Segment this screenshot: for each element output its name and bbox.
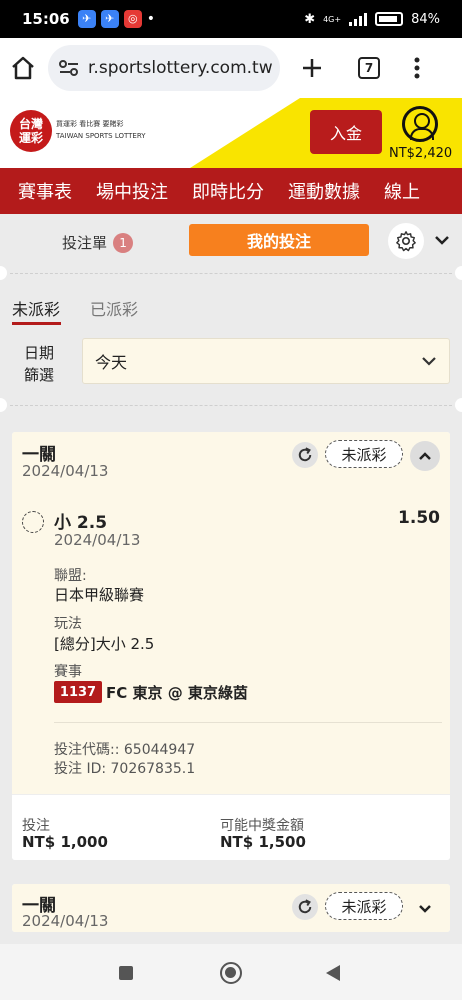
divider: [10, 273, 452, 274]
new-tab-icon[interactable]: [300, 56, 324, 80]
home-icon[interactable]: [10, 55, 36, 81]
date-filter-label-line1: 日期: [24, 344, 55, 362]
logo-taglines: 買運彩 看比賽 要賭彩: [56, 120, 124, 128]
app-notification-icon: ✈: [100, 10, 119, 28]
selection-name: 小 2.5: [54, 513, 108, 533]
date-filter-value: 今天: [95, 353, 128, 372]
logo-tagline: 買運彩 看比賽 要賭彩 TAIWAN SPORTS LOTTERY: [56, 118, 146, 142]
payout-label: 可能中獎金額: [220, 818, 304, 834]
url-text: r.sportslottery.com.tw: [88, 58, 273, 78]
market-label: 玩法: [54, 616, 82, 632]
bet-date: 2024/04/13: [22, 912, 109, 930]
selection-date: 2024/04/13: [54, 531, 141, 549]
event-label: 賽事: [54, 664, 82, 680]
nav-item-live-scores[interactable]: 即時比分: [192, 178, 264, 204]
gear-icon: [396, 231, 416, 252]
address-bar[interactable]: r.sportslottery.com.tw: [48, 45, 280, 91]
account-balance: NT$2,420: [389, 146, 453, 161]
more-notifications-icon: •: [146, 11, 156, 27]
app-notification-icon: ✈: [77, 10, 96, 28]
divider: [10, 405, 452, 406]
signal-icon: [349, 12, 368, 26]
nav-item-live-betting[interactable]: 場中投注: [96, 178, 168, 204]
betslip-count-badge: 1: [113, 232, 134, 253]
bet-card: 一關 2024/04/13 未派彩: [12, 884, 450, 932]
betslip-tab[interactable]: 投注單 1: [62, 232, 134, 253]
battery-level: 84%: [411, 11, 440, 27]
separator: [54, 722, 442, 723]
logo-english: TAIWAN SPORTS LOTTERY: [56, 132, 146, 140]
status-badge: 未派彩: [325, 440, 403, 468]
logo[interactable]: 台灣 運彩: [10, 110, 52, 152]
selection-odds: 1.50: [398, 508, 440, 528]
bet-card-footer: 投注 NT$ 1,000 可能中獎金額 NT$ 1,500: [12, 794, 450, 860]
tab-settled[interactable]: 已派彩: [90, 296, 138, 320]
system-nav-bar: [0, 944, 462, 1000]
deposit-button[interactable]: 入金: [310, 110, 382, 154]
chevron-down-icon[interactable]: [434, 234, 450, 246]
divider-notch: [0, 266, 7, 280]
bluetooth-icon: ✱: [304, 11, 316, 27]
tab-switcher-button[interactable]: 7: [358, 57, 380, 79]
browser-toolbar: r.sportslottery.com.tw 7: [0, 38, 462, 98]
status-badge: 未派彩: [325, 892, 403, 920]
status-bar: 15:06 ✈ ✈ ◎ • ✱ 4G+ 84%: [0, 0, 462, 38]
nav-item-sports-data[interactable]: 運動數據: [288, 178, 360, 204]
bet-bar: 投注單 1 我的投注: [0, 214, 462, 268]
match-name: FC 東京 @ 東京綠茵: [106, 684, 248, 702]
my-bets-tab[interactable]: 我的投注: [189, 224, 369, 256]
site-settings-icon[interactable]: [58, 59, 80, 77]
collapse-button[interactable]: [410, 441, 440, 471]
selection-radio: [22, 511, 44, 533]
refresh-icon: [298, 899, 312, 914]
recent-apps-icon[interactable]: [119, 966, 133, 980]
stake-label: 投注: [22, 818, 50, 834]
date-filter-select[interactable]: 今天: [82, 338, 450, 384]
league-value: 日本甲級聯賽: [54, 586, 145, 604]
bet-card: 一關 2024/04/13 未派彩 小 2.5 2024/04/13 1.50 …: [12, 432, 450, 860]
main-nav: 賽事表 場中投注 即時比分 運動數據 線上: [0, 168, 462, 214]
app-notification-icon: ◎: [123, 10, 142, 28]
bet-id: 投注 ID: 70267835.1: [54, 761, 196, 777]
clock: 15:06: [22, 10, 70, 28]
back-icon[interactable]: [326, 965, 340, 981]
chevron-down-icon: [422, 357, 436, 366]
more-menu-icon[interactable]: [414, 57, 420, 79]
site-header: 台灣 運彩 買運彩 看比賽 要賭彩 TAIWAN SPORTS LOTTERY …: [0, 98, 462, 168]
battery-icon: [375, 12, 404, 26]
chevron-down-icon[interactable]: [418, 904, 432, 914]
bet-card-body: 小 2.5 2024/04/13 1.50 聯盟: 日本甲級聯賽 玩法 [總分]…: [12, 492, 450, 794]
payout-value: NT$ 1,500: [220, 833, 306, 851]
market-value: [總分]大小 2.5: [54, 635, 155, 653]
refresh-icon: [298, 447, 312, 462]
home-button-icon[interactable]: [220, 962, 242, 984]
network-type: 4G+: [323, 14, 342, 24]
stake-value: NT$ 1,000: [22, 833, 108, 851]
chevron-up-icon: [419, 452, 431, 460]
bet-code: 投注代碼:: 65044947: [54, 742, 196, 758]
match-number-badge: 1137: [54, 681, 102, 703]
nav-item-online[interactable]: 線上: [384, 178, 420, 204]
divider-notch: [455, 266, 462, 280]
date-filter-label-line2: 篩選: [24, 366, 55, 384]
logo-text-line2: 運彩: [18, 131, 43, 145]
bet-date: 2024/04/13: [22, 462, 109, 480]
account-icon[interactable]: [402, 106, 438, 142]
date-filter-label: 日期 篩選: [24, 342, 64, 386]
nav-item-schedule[interactable]: 賽事表: [18, 178, 72, 204]
league-label: 聯盟:: [54, 568, 87, 584]
logo-text-line1: 台灣: [18, 117, 43, 131]
tab-unsettled[interactable]: 未派彩: [12, 296, 62, 325]
bet-card-header: 一關 2024/04/13 未派彩: [12, 432, 450, 492]
refresh-button[interactable]: [292, 894, 318, 920]
divider-notch: [455, 398, 462, 412]
divider-notch: [0, 398, 7, 412]
betslip-label: 投注單: [62, 234, 108, 252]
refresh-button[interactable]: [292, 442, 318, 468]
settings-button[interactable]: [388, 223, 424, 259]
bet-card-header: 一關 2024/04/13 未派彩: [12, 884, 450, 932]
